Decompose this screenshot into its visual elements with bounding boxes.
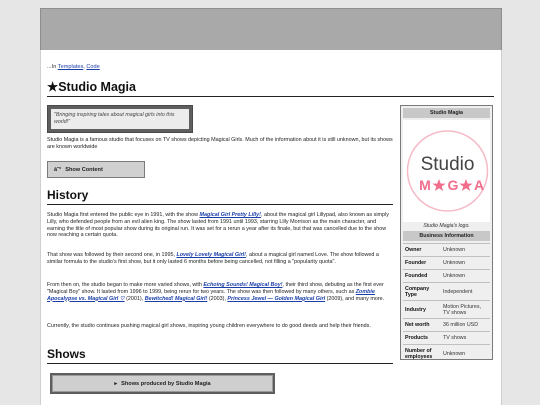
info-row-founded: Founded Unknown [403, 269, 490, 283]
breadcrumb-link-templates[interactable]: Templates [58, 64, 84, 70]
page-content: ...In Templates, Code ★Studio Magia "Bri… [40, 50, 502, 405]
history-p3-text-e: (2009), and many more. [325, 295, 385, 302]
logo-text-magia: M G A [419, 177, 484, 193]
quote-text: "Bringing inspiring tales about magical … [51, 109, 189, 129]
info-row-products: Products TV shows [403, 331, 490, 345]
info-key: Founder [403, 256, 441, 270]
history-paragraph-1: Studio Magia first entered the public ey… [47, 212, 393, 239]
info-key: Products [403, 331, 441, 345]
info-row-employees: Number of employees Unknown [403, 344, 490, 363]
info-key: Owner [403, 243, 441, 257]
link-lovely-lovely-magical-girl[interactable]: Lovely Lovely Magical Girl! [176, 252, 246, 258]
info-value: 36 million USD [441, 318, 490, 332]
business-info-table: Owner Unknown Founder Unknown Founded Unkno… [403, 243, 490, 363]
history-paragraph-2: That show was followed by their second o… [47, 252, 393, 266]
info-value: Unknown [441, 269, 490, 283]
history-p3-text-c: (2001), [124, 295, 145, 302]
history-p3-text-a: From then on, the studio began to make m… [47, 282, 204, 288]
info-row-company-type: Company Type Independent [403, 282, 490, 301]
info-value: Independent [441, 282, 490, 301]
intro-text: Studio Magia is a famous studio that foc… [47, 137, 393, 150]
history-paragraph-3: From then on, the studio began to make m… [47, 282, 393, 302]
menu-icon: â˜° [54, 166, 62, 173]
info-key: Number of employees [403, 344, 441, 363]
logo-caption: Studio Magia's logo. [423, 223, 470, 229]
shows-toggle-inner: ▸ Shows produced by Studio Magia [52, 375, 273, 392]
studio-logo-graphic: Studio M G A [406, 130, 489, 212]
link-bewitched-magical-girl[interactable]: Bewitched! Magical Girl! [145, 296, 208, 302]
site-header [40, 8, 502, 52]
shows-toggle-button[interactable]: ▸ Shows produced by Studio Magia [50, 373, 275, 394]
svg-text:M: M [419, 177, 431, 193]
info-value: Unknown [441, 344, 490, 363]
studio-logo: Studio M G A [403, 120, 490, 222]
business-info-heading: Business Information [403, 231, 490, 241]
history-p3-text-d: (2003), [207, 295, 228, 302]
link-magical-girl-pretty-lilly[interactable]: Magical Girl Pretty Lilly! [200, 212, 261, 218]
info-key: Company Type [403, 282, 441, 301]
info-key: Net worth [403, 318, 441, 332]
shows-toggle-label: Shows produced by Studio Magia [121, 380, 211, 387]
info-row-net-worth: Net worth 36 million USD [403, 318, 490, 332]
info-value: TV shows [441, 331, 490, 345]
info-row-industry: Industry Motion Pictures, TV shows [403, 300, 490, 319]
infobox: Studio Magia Studio M G A Studio Magia's… [400, 105, 493, 363]
triangle-right-icon: ▸ [114, 380, 118, 387]
svg-text:G: G [448, 177, 459, 193]
page-title: ★Studio Magia [47, 79, 494, 97]
info-value: Unknown [441, 243, 490, 257]
history-heading: History [47, 187, 393, 205]
info-value: Unknown [441, 256, 490, 270]
show-content-button[interactable]: â˜° Show Content [47, 161, 145, 178]
history-p2-text-a: That show was followed by their second o… [47, 252, 177, 258]
info-value: Motion Pictures, TV shows [441, 300, 490, 319]
breadcrumb: ...In Templates, Code [47, 64, 100, 70]
infobox-title: Studio Magia [403, 108, 490, 118]
shows-heading: Shows [47, 346, 393, 364]
link-princess-jewel[interactable]: Princess Jewel — Golden Magical Girl [227, 296, 325, 302]
link-echoing-sounds-magical-boy[interactable]: Echoing Sounds! Magical Boy! [203, 282, 282, 288]
quote-box: "Bringing inspiring tales about magical … [47, 105, 193, 133]
history-p1-text-a: Studio Magia first entered the public ey… [47, 212, 200, 218]
info-row-founder: Founder Unknown [403, 256, 490, 270]
breadcrumb-prefix: ...In [47, 64, 58, 70]
logo-text-studio: Studio [421, 154, 475, 175]
show-content-label: Show Content [65, 166, 103, 173]
svg-text:A: A [474, 177, 484, 193]
info-key: Industry [403, 300, 441, 319]
history-paragraph-4: Currently, the studio continues pushing … [47, 323, 371, 329]
breadcrumb-link-code[interactable]: Code [86, 64, 99, 70]
info-key: Founded [403, 269, 441, 283]
info-row-owner: Owner Unknown [403, 243, 490, 257]
